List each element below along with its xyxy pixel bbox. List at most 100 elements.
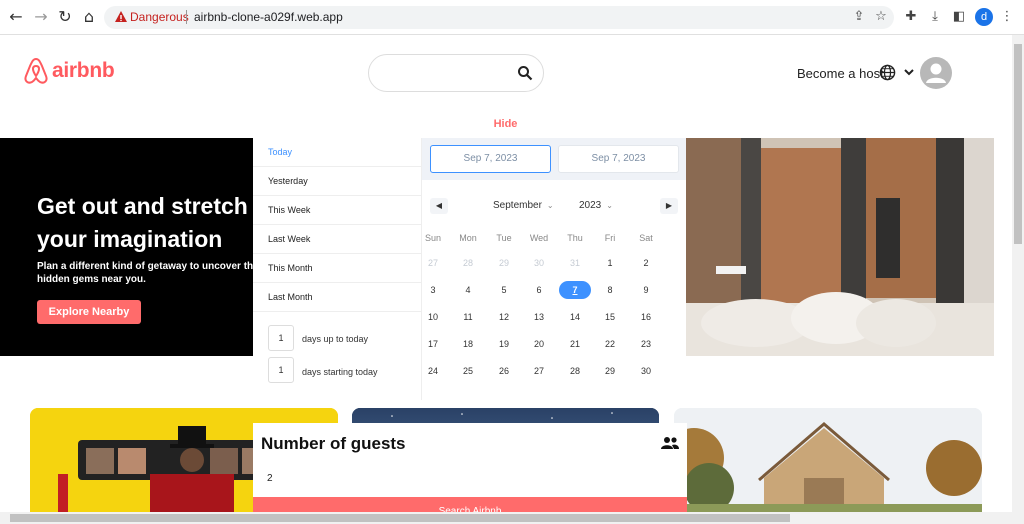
airbnb-logo[interactable]: airbnb	[24, 56, 115, 86]
vertical-scrollbar-thumb[interactable]	[1014, 44, 1022, 244]
calendar-day[interactable]: 16	[631, 308, 661, 326]
weekday-label: Sun	[424, 233, 441, 243]
card-unique-stays[interactable]	[674, 408, 982, 512]
prev-month-icon[interactable]: ◀	[430, 198, 448, 214]
end-date-input[interactable]: Sep 7, 2023	[558, 145, 679, 173]
user-icon	[926, 63, 946, 83]
calendar-day[interactable]: 28	[560, 362, 590, 380]
calendar-day[interactable]: 19	[489, 335, 519, 353]
search-bar[interactable]	[368, 54, 544, 92]
menu-icon[interactable]: ⋮	[998, 8, 1016, 26]
days-starting-today-label: days starting today	[302, 367, 378, 377]
calendar-day[interactable]: 8	[595, 281, 625, 299]
calendar-day[interactable]: 14	[560, 308, 590, 326]
calendar-day[interactable]: 28	[453, 254, 483, 272]
guests-panel: Number of guests 2 Search Airbnb	[253, 423, 687, 512]
calendar-day[interactable]: 18	[453, 335, 483, 353]
calendar-day[interactable]: 24	[418, 362, 448, 380]
calendar-day[interactable]: 11	[453, 308, 483, 326]
calendar-day[interactable]: 15	[595, 308, 625, 326]
calendar-day[interactable]: 1	[595, 254, 625, 272]
calendar-day[interactable]: 27	[524, 362, 554, 380]
calendar-day[interactable]: 30	[524, 254, 554, 272]
calendar-day[interactable]: 22	[595, 335, 625, 353]
profile-avatar[interactable]: d	[975, 8, 993, 26]
share-icon[interactable]: ⇪	[850, 8, 868, 26]
calendar-day[interactable]: 6	[524, 281, 554, 299]
range-item[interactable]: Yesterday	[253, 167, 422, 196]
calendar-day[interactable]: 5	[489, 281, 519, 299]
calendar-day[interactable]: 17	[418, 335, 448, 353]
calendar-day[interactable]: 21	[560, 335, 590, 353]
weekday-label: Mon	[459, 233, 477, 243]
date-display: Sep 7, 2023 Sep 7, 2023	[422, 138, 686, 180]
airbnb-belo-icon	[24, 57, 48, 84]
calendar-day[interactable]: 9	[631, 281, 661, 299]
month-value: September	[493, 200, 542, 211]
become-host-link[interactable]: Become a host	[797, 66, 884, 81]
days-starting-today-input[interactable]: 1	[268, 357, 294, 383]
extensions-icon[interactable]: ✚	[902, 8, 920, 26]
forward-icon[interactable]: →	[31, 7, 51, 27]
hide-toggle[interactable]: Hide	[0, 118, 1011, 130]
calendar-day[interactable]: 12	[489, 308, 519, 326]
security-status[interactable]: Dangerous	[130, 10, 189, 24]
calendar-day[interactable]: 10	[418, 308, 448, 326]
star-icon[interactable]: ☆	[872, 8, 890, 26]
guests-count-input[interactable]: 2	[267, 473, 273, 484]
calendar-day[interactable]: 29	[595, 362, 625, 380]
calendar-day[interactable]: 26	[489, 362, 519, 380]
warning-icon	[115, 11, 127, 22]
month-caret-icon: ⌄	[546, 201, 554, 210]
calendar-day[interactable]: 13	[524, 308, 554, 326]
year-value: 2023	[579, 200, 602, 211]
calendar-day[interactable]: 4	[453, 281, 483, 299]
weekday-label: Fri	[604, 233, 616, 243]
reload-icon[interactable]: ↻	[55, 7, 75, 27]
hero-subtitle: Plan a different kind of getaway to unco…	[37, 261, 259, 285]
date-range-picker: Today Yesterday This Week Last Week This Mon…	[253, 138, 686, 400]
range-item[interactable]: This Week	[253, 196, 422, 225]
start-date-input[interactable]: Sep 7, 2023	[430, 145, 551, 173]
globe-icon[interactable]	[879, 64, 896, 81]
calendar: Sep 7, 2023 Sep 7, 2023 ◀ September ⌄ 202…	[422, 138, 686, 400]
calendar-day[interactable]: 31	[560, 254, 590, 272]
sidepanel-icon[interactable]: ◧	[950, 8, 968, 26]
calendar-day[interactable]: 3	[418, 281, 448, 299]
range-item[interactable]: Last Month	[253, 283, 422, 312]
month-select[interactable]: September ⌄	[493, 200, 554, 211]
address-bar[interactable]: Dangerous airbnb-clone-a029f.web.app	[104, 6, 894, 29]
calendar-day[interactable]: 30	[631, 362, 661, 380]
year-select[interactable]: 2023 ⌄	[579, 200, 613, 211]
living-room-photo	[686, 138, 994, 356]
url-text[interactable]: airbnb-clone-a029f.web.app	[194, 10, 343, 24]
logo-text: airbnb	[52, 59, 115, 82]
user-avatar[interactable]	[920, 57, 952, 89]
hero-image	[686, 138, 994, 356]
days-up-to-today-label: days up to today	[302, 334, 369, 344]
back-icon[interactable]: ←	[6, 7, 26, 27]
range-item[interactable]: Today	[253, 138, 422, 167]
download-icon[interactable]: ⤓	[926, 8, 944, 26]
chevron-down-icon[interactable]	[903, 66, 915, 78]
weekday-label: Wed	[529, 233, 549, 243]
next-month-icon[interactable]: ▶	[660, 198, 678, 214]
calendar-day[interactable]: 2	[631, 254, 661, 272]
calendar-day[interactable]: 20	[524, 335, 554, 353]
range-item[interactable]: This Month	[253, 254, 422, 283]
selected-day[interactable]: 7	[559, 281, 591, 299]
calendar-day[interactable]: 25	[453, 362, 483, 380]
people-icon	[661, 437, 679, 449]
range-item[interactable]: Last Week	[253, 225, 422, 254]
calendar-day[interactable]: 27	[418, 254, 448, 272]
days-up-to-today-input[interactable]: 1	[268, 325, 294, 351]
home-icon[interactable]: ⌂	[79, 7, 99, 27]
calendar-day[interactable]: 23	[631, 335, 661, 353]
cabin-photo	[674, 408, 982, 512]
browser-toolbar: ← → ↻ ⌂ Dangerous airbnb-clone-a029f.web…	[0, 0, 1024, 35]
search-icon[interactable]	[517, 65, 533, 81]
calendar-day[interactable]: 29	[489, 254, 519, 272]
search-airbnb-button[interactable]: Search Airbnb	[253, 497, 687, 512]
explore-nearby-button[interactable]: Explore Nearby	[37, 300, 141, 324]
horizontal-scrollbar-thumb[interactable]	[10, 514, 790, 522]
